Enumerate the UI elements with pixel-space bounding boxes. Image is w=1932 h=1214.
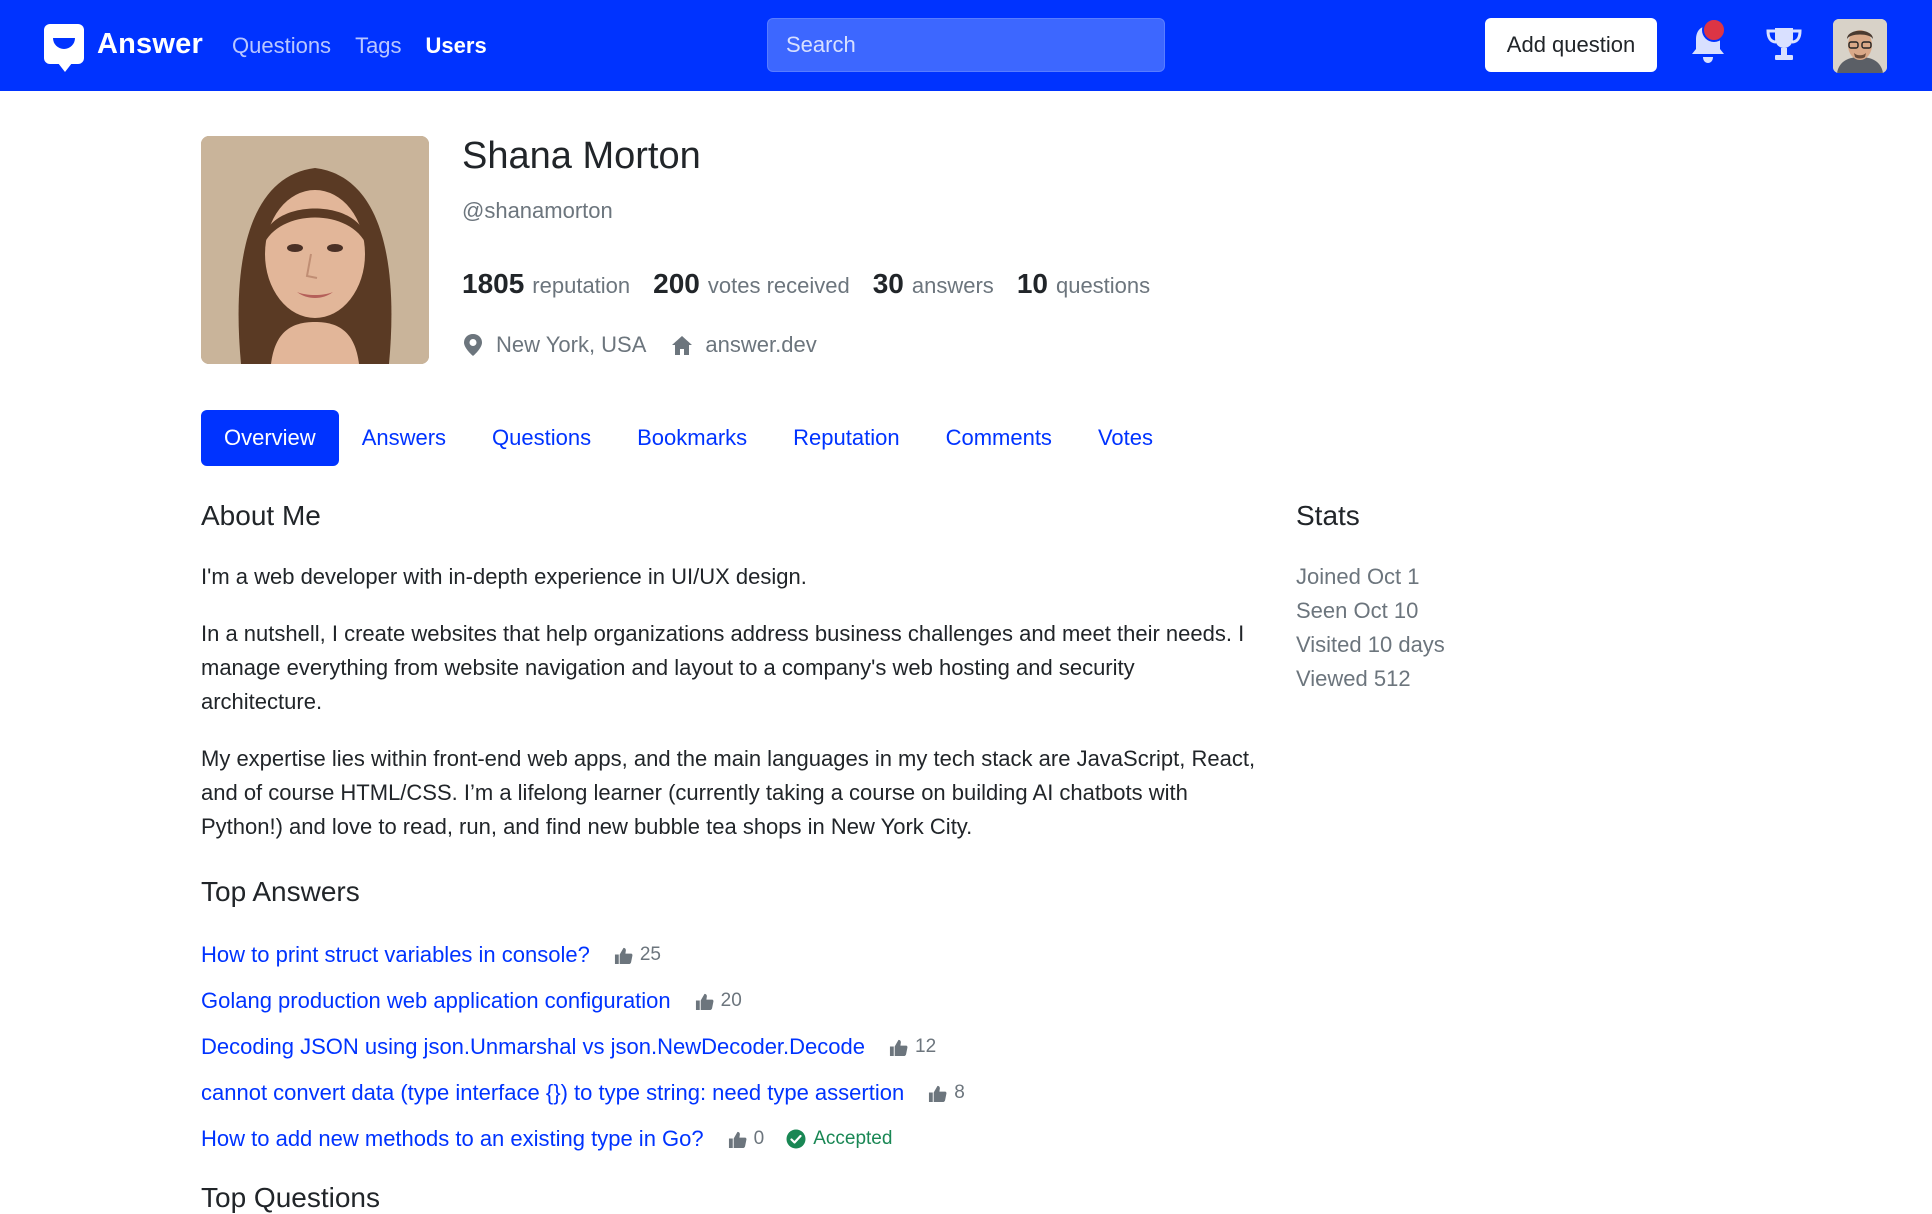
thumbs-up-icon [695, 993, 714, 1010]
list-item: Decoding JSON using json.Unmarshal vs js… [201, 1024, 965, 1070]
stat-seen: Seen Oct 10 [1296, 598, 1419, 623]
answer-link[interactable]: Decoding JSON using json.Unmarshal vs js… [201, 1034, 865, 1060]
vote-count: 8 [928, 1082, 965, 1104]
profile-handle: @shanamorton [462, 198, 613, 223]
tab-votes[interactable]: Votes [1075, 410, 1176, 466]
thumbs-up-icon [614, 947, 633, 964]
nav-users[interactable]: Users [426, 33, 487, 59]
profile-meta: New York, USA answer.dev [462, 332, 842, 358]
nav-questions[interactable]: Questions [232, 33, 331, 59]
list-item: Golang production web application config… [201, 978, 965, 1024]
thumbs-up-icon [929, 1085, 947, 1102]
trophy-icon[interactable] [1764, 24, 1804, 66]
search-input[interactable]: Search [767, 18, 1165, 72]
list-item: How to add new methods to an existing ty… [201, 1116, 965, 1162]
top-navbar: Answer Questions Tags Users Search Add q… [0, 0, 1932, 91]
answer-link[interactable]: How to print struct variables in console… [201, 942, 590, 968]
location-pin-icon [464, 334, 482, 356]
profile-name: Shana Morton [462, 135, 701, 177]
add-question-button[interactable]: Add question [1485, 18, 1657, 72]
website[interactable]: answer.dev [671, 332, 817, 358]
profile-stats: 1805 reputation 200 votes received 30 an… [462, 268, 1173, 300]
thumbs-up-icon [728, 1131, 747, 1148]
about-paragraph: In a nutshell, I create websites that he… [201, 621, 1245, 714]
accepted-badge: Accepted [786, 1128, 892, 1150]
about-text: I'm a web developer with in-depth experi… [201, 560, 1261, 867]
top-answers-list: How to print struct variables in console… [201, 932, 965, 1162]
profile-tabs: Overview Answers Questions Bookmarks Rep… [201, 410, 1176, 466]
list-item: cannot convert data (type interface {}) … [201, 1070, 965, 1116]
tab-reputation[interactable]: Reputation [770, 410, 922, 466]
stat-joined: Joined Oct 1 [1296, 564, 1420, 589]
about-paragraph: I'm a web developer with in-depth experi… [201, 564, 807, 589]
answer-logo-icon [44, 24, 84, 72]
stat-questions: 10 questions [1016, 268, 1151, 299]
stats-heading: Stats [1296, 500, 1360, 531]
vote-count: 25 [614, 944, 661, 966]
vote-count: 0 [728, 1128, 764, 1150]
tab-overview[interactable]: Overview [201, 410, 339, 466]
tab-questions[interactable]: Questions [469, 410, 614, 466]
nav-tags[interactable]: Tags [355, 33, 401, 59]
stat-visited: Visited 10 days [1296, 632, 1445, 657]
tab-answers[interactable]: Answers [339, 410, 469, 466]
vote-count: 20 [695, 990, 742, 1012]
location: New York, USA [462, 332, 646, 358]
list-item: How to print struct variables in console… [201, 932, 965, 978]
vote-count: 12 [889, 1036, 936, 1058]
stat-answers: 30 answers [872, 268, 994, 299]
check-circle-icon [786, 1129, 806, 1149]
stat-reputation: 1805 reputation [462, 268, 631, 299]
top-questions-heading: Top Questions [201, 1182, 380, 1213]
home-icon [672, 336, 693, 355]
thumbs-up-icon [889, 1039, 908, 1056]
about-paragraph: My expertise lies within front-end web a… [201, 746, 1256, 839]
brand-logo-link[interactable]: Answer [44, 24, 203, 72]
current-user-avatar[interactable] [1833, 19, 1887, 73]
profile-avatar [201, 136, 429, 364]
stat-votes-received: 200 votes received [653, 268, 850, 299]
answer-link[interactable]: cannot convert data (type interface {}) … [201, 1080, 904, 1106]
stats-list: Joined Oct 1 Seen Oct 10 Visited 10 days… [1296, 560, 1445, 696]
about-heading: About Me [201, 500, 321, 531]
main-nav: Questions Tags Users [232, 0, 511, 91]
answer-link[interactable]: Golang production web application config… [201, 988, 671, 1014]
stat-viewed: Viewed 512 [1296, 666, 1411, 691]
tab-comments[interactable]: Comments [923, 410, 1075, 466]
tab-bookmarks[interactable]: Bookmarks [614, 410, 770, 466]
notification-badge [1702, 18, 1726, 42]
brand-name: Answer [97, 27, 203, 60]
top-answers-heading: Top Answers [201, 876, 360, 907]
answer-link[interactable]: How to add new methods to an existing ty… [201, 1126, 704, 1152]
